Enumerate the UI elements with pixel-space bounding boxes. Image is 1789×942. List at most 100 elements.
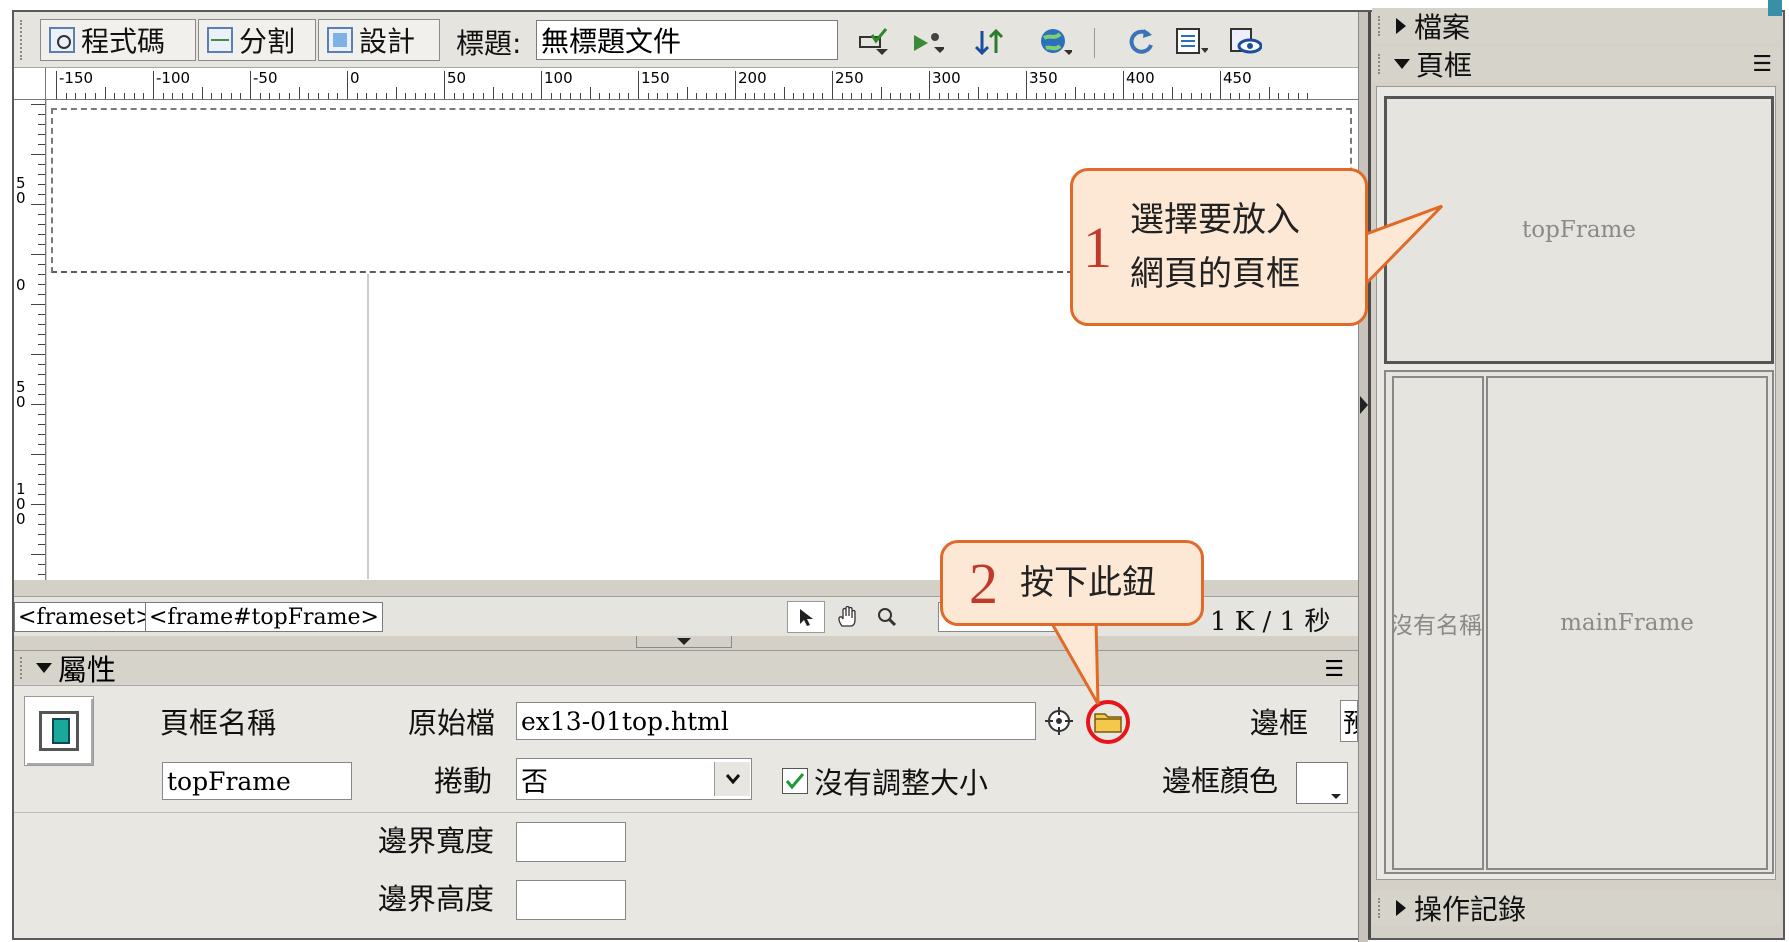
- tag-selector-frame[interactable]: <frame#topFrame>: [145, 602, 383, 632]
- ruler-minor-tick: [560, 93, 562, 99]
- expand-arrow-icon[interactable]: [1360, 396, 1368, 414]
- ruler-minor-tick: [337, 93, 339, 99]
- ruler-minor-tick: [172, 93, 174, 99]
- validate-icon[interactable]: [856, 25, 890, 59]
- frames-panel-header[interactable]: 頁框 ☰: [1372, 46, 1780, 82]
- ruler-minor-tick: [996, 93, 998, 99]
- file-transfer-icon[interactable]: [974, 25, 1008, 59]
- vruler-tick: [38, 514, 45, 515]
- margin-height-input[interactable]: [516, 880, 626, 920]
- files-panel-header[interactable]: 檔案: [1372, 8, 1780, 44]
- visual-aids-icon[interactable]: [1228, 25, 1262, 59]
- properties-title: 屬性: [58, 653, 117, 687]
- vruler-tick: [31, 204, 45, 205]
- left-frame[interactable]: [51, 274, 369, 579]
- border-select[interactable]: 預: [1340, 700, 1358, 742]
- design-view-button[interactable]: 設計: [318, 19, 440, 61]
- split-view-button[interactable]: 分割: [198, 19, 316, 61]
- ruler-minor-tick: [1016, 93, 1018, 99]
- ruler-minor-tick: [579, 93, 581, 99]
- ruler-major-tick: [1026, 71, 1027, 99]
- vruler-tick: [38, 334, 45, 335]
- design-view-label: 設計: [359, 25, 416, 58]
- noresize-checkbox[interactable]: [782, 768, 808, 794]
- src-input[interactable]: ex13-01top.html: [516, 702, 1036, 740]
- vruler-tick: [38, 484, 45, 485]
- vruler-tick: [31, 504, 45, 505]
- properties-header[interactable]: 屬性 ☰: [14, 650, 1358, 687]
- ruler-minor-tick: [473, 93, 475, 99]
- ruler-minor-tick: [1132, 93, 1134, 99]
- vruler-tick: [38, 494, 45, 495]
- main-frame-label: mainFrame: [1560, 610, 1694, 636]
- view-options-icon[interactable]: [1174, 25, 1208, 59]
- properties-divider: [14, 812, 1358, 813]
- download-size: 1 K / 1 秒: [1210, 607, 1331, 637]
- vruler-tick: [38, 184, 45, 185]
- ruler-minor-tick: [220, 93, 222, 99]
- border-color-swatch[interactable]: [1296, 762, 1348, 804]
- browse-folder-icon[interactable]: [1093, 708, 1123, 736]
- history-panel-header[interactable]: 操作記錄: [1372, 890, 1780, 926]
- ruler-minor-tick: [890, 93, 892, 99]
- ruler-label: 400: [1126, 69, 1155, 87]
- ruler-minor-tick: [94, 93, 96, 99]
- toolbar-grip[interactable]: [20, 20, 26, 60]
- title-input[interactable]: 無標題文件: [536, 20, 838, 60]
- frames-left-frame[interactable]: 沒有名稱: [1392, 376, 1484, 870]
- point-to-file-icon[interactable]: [1044, 706, 1074, 736]
- frames-options-icon[interactable]: ☰: [1752, 52, 1772, 77]
- frame-name-input[interactable]: topFrame: [162, 762, 352, 800]
- ruler-minor-tick: [764, 93, 766, 99]
- ruler-minor-tick: [657, 93, 659, 99]
- scroll-dropdown-arrow[interactable]: [714, 762, 750, 796]
- margin-width-label: 邊界寬度: [378, 824, 495, 858]
- vruler-tick: [38, 424, 45, 425]
- frames-main-frame[interactable]: mainFrame: [1486, 376, 1768, 870]
- vruler-tick: [38, 124, 45, 125]
- panel-splitter[interactable]: [1358, 12, 1368, 942]
- history-grip: [1378, 898, 1386, 918]
- vruler-tick: [38, 264, 45, 265]
- toolbar-separator: [1094, 28, 1095, 58]
- ruler-minor-tick: [570, 93, 572, 99]
- ruler-label: 450: [1223, 69, 1252, 87]
- ruler-minor-tick: [773, 93, 775, 99]
- preview-globe-icon[interactable]: [1038, 25, 1072, 59]
- browser-check-icon[interactable]: [910, 25, 944, 59]
- margin-width-input[interactable]: [516, 822, 626, 862]
- vruler-tick: [38, 234, 45, 235]
- callout-2: 2 按下此鈕: [940, 540, 1204, 626]
- ruler-major-tick: [153, 71, 154, 99]
- ruler-major-tick: [1220, 71, 1221, 99]
- hand-tool-icon[interactable]: [828, 601, 866, 633]
- vruler-tick: [38, 524, 45, 525]
- noresize-label: 沒有調整大小: [814, 766, 989, 800]
- ruler-minor-tick: [1113, 93, 1115, 99]
- properties-options-icon[interactable]: ☰: [1324, 657, 1344, 682]
- ruler-major-tick: [1123, 71, 1124, 99]
- refresh-icon[interactable]: [1124, 25, 1158, 59]
- properties-grip[interactable]: [20, 657, 28, 679]
- ruler-minor-tick: [851, 93, 853, 99]
- ruler-minor-tick: [317, 93, 319, 99]
- ruler-minor-tick: [463, 93, 465, 99]
- ruler-minor-tick: [279, 93, 281, 99]
- ruler-minor-tick: [366, 93, 368, 99]
- zoom-tool-icon[interactable]: [868, 601, 906, 633]
- ruler-origin[interactable]: [14, 68, 46, 100]
- select-tool-icon[interactable]: [787, 601, 825, 633]
- properties-expand-icon[interactable]: [36, 663, 52, 673]
- window-corner-accent: [1768, 0, 1782, 16]
- ruler-minor-tick: [1200, 93, 1202, 99]
- tag-selector-frameset[interactable]: <frameset>: [14, 602, 158, 632]
- collapse-arrow-icon: [677, 638, 691, 645]
- ruler-minor-tick: [482, 93, 484, 99]
- collapsed-arrow-icon: [1396, 900, 1406, 916]
- ruler-minor-tick: [1297, 93, 1299, 99]
- code-view-button[interactable]: 程式碼: [40, 19, 196, 61]
- ruler-minor-tick: [977, 87, 979, 99]
- design-icon: [327, 27, 353, 53]
- ruler-minor-tick: [599, 93, 601, 99]
- ruler-minor-tick: [531, 93, 533, 99]
